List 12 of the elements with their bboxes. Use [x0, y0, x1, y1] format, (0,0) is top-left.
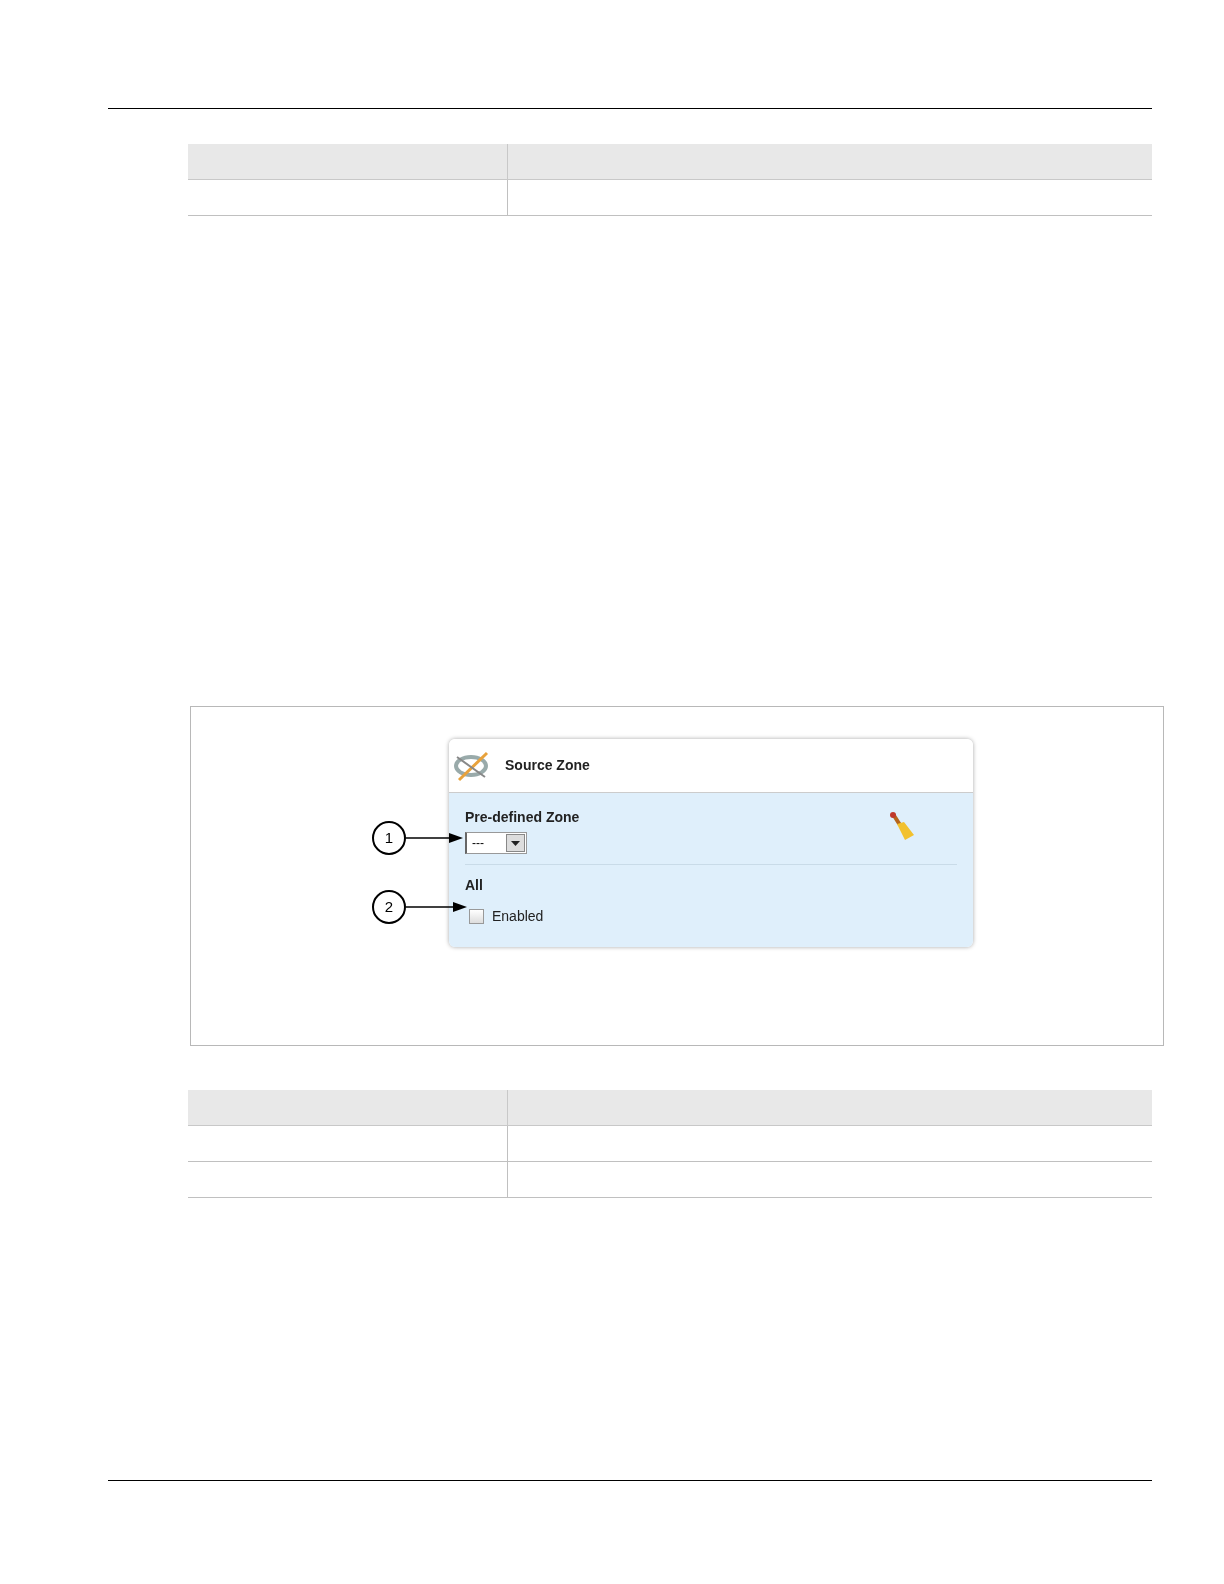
- broom-icon[interactable]: [887, 811, 915, 841]
- zone-dropdown[interactable]: ---: [465, 832, 527, 854]
- callout-number: 1: [372, 821, 406, 855]
- field-label: All: [465, 876, 483, 895]
- panel-title: Source Zone: [505, 756, 590, 775]
- callout-arrow: [406, 901, 467, 913]
- enabled-checkbox[interactable]: [469, 909, 484, 924]
- field-label: Pre-defined Zone: [465, 808, 580, 827]
- caret-icon: [506, 834, 525, 852]
- callout-number: 2: [372, 890, 406, 924]
- callout-arrow: [406, 832, 463, 844]
- checkbox-label: Enabled: [492, 907, 544, 926]
